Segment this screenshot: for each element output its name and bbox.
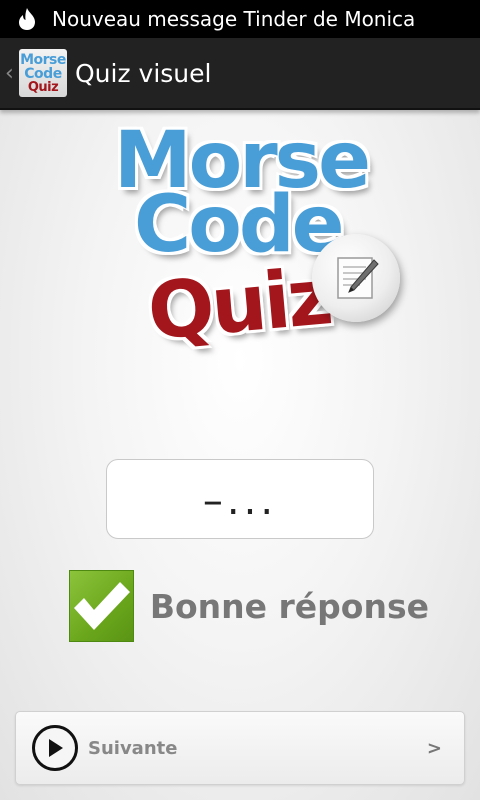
logo-word-code: Code xyxy=(134,180,345,270)
action-bar: ‹ Morse Code Quiz Quiz visuel xyxy=(0,38,480,110)
notification-text: Nouveau message Tinder de Monica xyxy=(52,7,416,31)
up-caret-icon[interactable]: ‹ xyxy=(5,61,17,86)
tinder-flame-icon xyxy=(15,6,39,32)
result-text: Bonne réponse xyxy=(149,586,429,626)
app-icon-line2: Code xyxy=(24,65,62,82)
screen-title: Quiz visuel xyxy=(75,58,212,88)
morse-code-text: –... xyxy=(202,478,278,524)
notepad-pencil-icon xyxy=(312,234,400,322)
next-button[interactable]: Suivante > xyxy=(15,711,465,785)
app-logo: Morse Code Quiz xyxy=(100,122,410,372)
result-row: Bonne réponse xyxy=(69,570,429,642)
chevron-right-icon: > xyxy=(426,737,442,759)
checkmark-icon xyxy=(69,570,134,642)
app-icon[interactable]: Morse Code Quiz xyxy=(19,49,67,97)
next-button-label: Suivante xyxy=(88,737,178,759)
status-bar: Nouveau message Tinder de Monica xyxy=(0,0,480,38)
play-icon xyxy=(32,725,78,771)
logo-word-quiz: Quiz xyxy=(144,252,334,358)
app-icon-line1: Morse xyxy=(20,51,66,68)
morse-code-display: –... xyxy=(106,459,374,539)
app-icon-line3: Quiz xyxy=(27,79,59,95)
